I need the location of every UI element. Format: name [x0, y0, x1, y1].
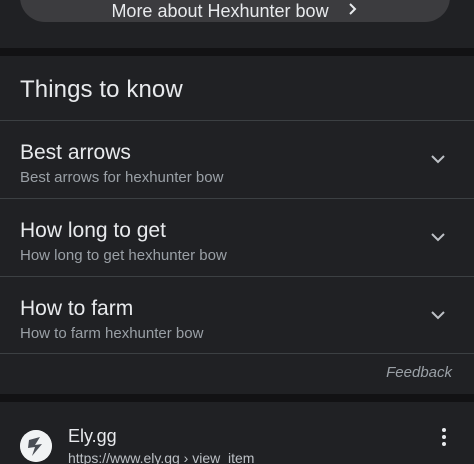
chevron-right-icon — [345, 2, 359, 21]
item-subtitle: How to farm hexhunter bow — [20, 325, 204, 342]
search-result[interactable]: Ely.gg https://www.ely.gg › view_item — [0, 402, 474, 464]
things-to-know-title: Things to know — [20, 76, 183, 103]
chevron-down-icon[interactable] — [430, 307, 446, 323]
things-to-know-card: Things to know Best arrows Best arrows f… — [0, 56, 474, 394]
result-url[interactable]: https://www.ely.gg › view_item — [68, 450, 254, 464]
feedback-link[interactable]: Feedback — [386, 364, 452, 381]
chevron-down-icon[interactable] — [430, 229, 446, 245]
item-subtitle: Best arrows for hexhunter bow — [20, 169, 224, 186]
item-question: How to farm — [20, 297, 134, 320]
section-separator — [0, 394, 474, 402]
search-results-page: More about Hexhunter bow Things to know … — [0, 0, 474, 464]
more-about-button[interactable]: More about Hexhunter bow — [20, 0, 450, 22]
more-about-section: More about Hexhunter bow — [0, 0, 474, 48]
section-separator — [0, 48, 474, 56]
ely-gg-logo-icon — [20, 430, 52, 462]
more-about-label: More about Hexhunter bow — [111, 0, 329, 21]
result-site-name[interactable]: Ely.gg — [68, 426, 117, 447]
item-question: How long to get — [20, 219, 166, 242]
things-to-know-item-best-arrows[interactable]: Best arrows Best arrows for hexhunter bo… — [0, 120, 474, 198]
things-to-know-item-how-long[interactable]: How long to get How long to get hexhunte… — [0, 198, 474, 276]
things-to-know-list: Best arrows Best arrows for hexhunter bo… — [0, 120, 474, 354]
item-question: Best arrows — [20, 141, 131, 164]
chevron-down-icon[interactable] — [430, 151, 446, 167]
things-to-know-item-how-to-farm[interactable]: How to farm How to farm hexhunter bow — [0, 276, 474, 354]
more-vert-icon[interactable] — [440, 428, 448, 448]
item-subtitle: How long to get hexhunter bow — [20, 247, 227, 264]
